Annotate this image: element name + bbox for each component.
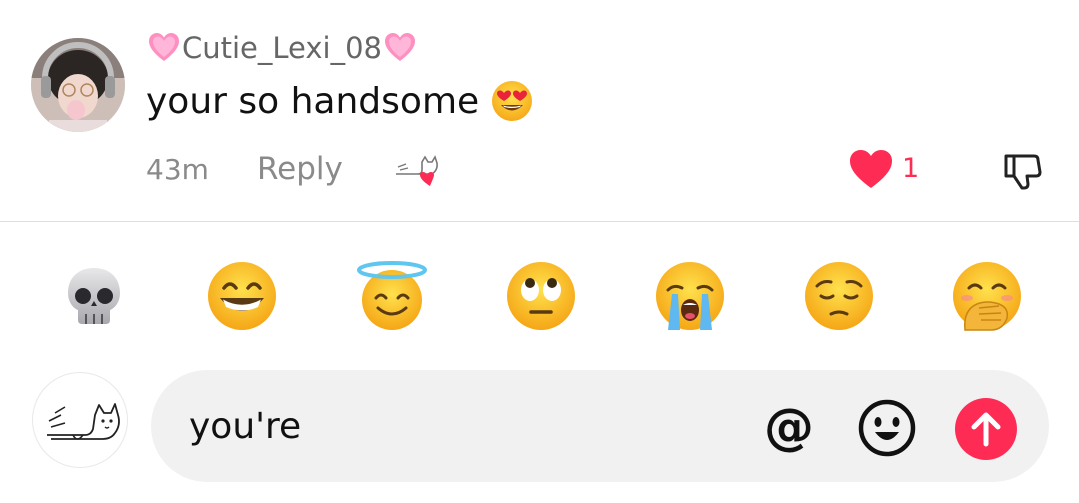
heart-like-icon[interactable] xyxy=(848,148,894,190)
heart-eyes-face-icon xyxy=(492,81,533,121)
face-with-rolling-eyes-icon[interactable] xyxy=(505,260,577,332)
pink-heart-icon xyxy=(385,33,415,61)
face-with-hand-over-mouth-icon[interactable] xyxy=(951,260,1023,332)
skull-icon[interactable] xyxy=(58,260,130,332)
comment-input-box[interactable]: @ xyxy=(151,370,1049,482)
commenter-username[interactable]: Cutie_Lexi_08 xyxy=(146,30,418,66)
username-text: Cutie_Lexi_08 xyxy=(182,31,382,65)
like-count: 1 xyxy=(902,153,920,184)
comment-input[interactable] xyxy=(189,406,709,447)
comment-input-area: @ xyxy=(0,362,1079,503)
thumbs-down-icon[interactable] xyxy=(1000,150,1044,194)
comment-text: your so handsome xyxy=(146,80,533,122)
pensive-face-icon[interactable] xyxy=(803,260,875,332)
commenter-avatar[interactable] xyxy=(31,38,125,132)
loudly-crying-face-icon[interactable] xyxy=(654,260,726,332)
comment-item: Cutie_Lexi_08 your so handsome 43m Reply… xyxy=(0,0,1079,222)
mention-at-icon[interactable]: @ xyxy=(757,396,821,460)
creator-liked-cat-icon[interactable] xyxy=(392,150,444,190)
my-avatar[interactable] xyxy=(32,372,128,468)
arrow-up-icon xyxy=(971,412,1001,447)
reply-button[interactable]: Reply xyxy=(257,151,343,187)
comment-time: 43m xyxy=(146,153,209,186)
divider xyxy=(0,221,1079,222)
svg-text:@: @ xyxy=(764,398,814,456)
emoji-picker-icon[interactable] xyxy=(855,396,919,460)
emoji-quick-bar xyxy=(0,250,1079,340)
pink-heart-icon xyxy=(149,33,179,61)
cat-avatar-icon xyxy=(47,403,120,440)
comment-body: your so handsome xyxy=(146,80,480,122)
smiling-face-with-halo-icon[interactable] xyxy=(356,260,428,332)
grinning-face-icon[interactable] xyxy=(206,260,278,332)
send-button[interactable] xyxy=(955,398,1017,460)
